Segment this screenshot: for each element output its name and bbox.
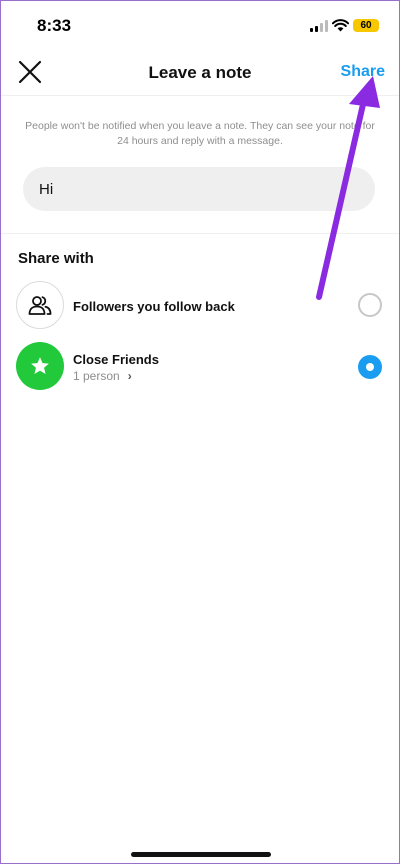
star-icon: [16, 342, 64, 390]
divider: [1, 233, 399, 234]
signal-icon: [310, 20, 328, 32]
people-icon: [16, 281, 64, 329]
close-friends-count[interactable]: 1 person ›: [73, 369, 132, 383]
radio-unselected[interactable]: [358, 293, 382, 317]
status-bar: 8:33 60: [1, 1, 399, 51]
note-input[interactable]: [23, 167, 375, 211]
chevron-right-icon: ›: [127, 369, 132, 383]
option-close-friends[interactable]: Close Friends 1 person ›: [1, 342, 399, 394]
home-indicator: [131, 852, 271, 857]
page-title: Leave a note: [148, 63, 252, 82]
share-button[interactable]: Share: [341, 63, 385, 81]
option-followers-you-follow-back[interactable]: Followers you follow back: [1, 281, 399, 333]
header: Leave a note Share: [1, 51, 399, 96]
option-label: Followers you follow back: [73, 299, 235, 314]
wifi-icon: [332, 19, 349, 32]
battery-indicator: 60: [353, 19, 379, 32]
option-label: Close Friends: [73, 352, 159, 367]
screen: 8:33 60 Leave a note Share People won't …: [0, 0, 400, 864]
status-time: 8:33: [37, 16, 72, 35]
share-with-title: Share with: [18, 250, 94, 267]
info-text: People won't be notified when you leave …: [25, 120, 375, 147]
close-friends-count-label: 1 person: [73, 369, 120, 383]
radio-selected[interactable]: [358, 355, 382, 379]
